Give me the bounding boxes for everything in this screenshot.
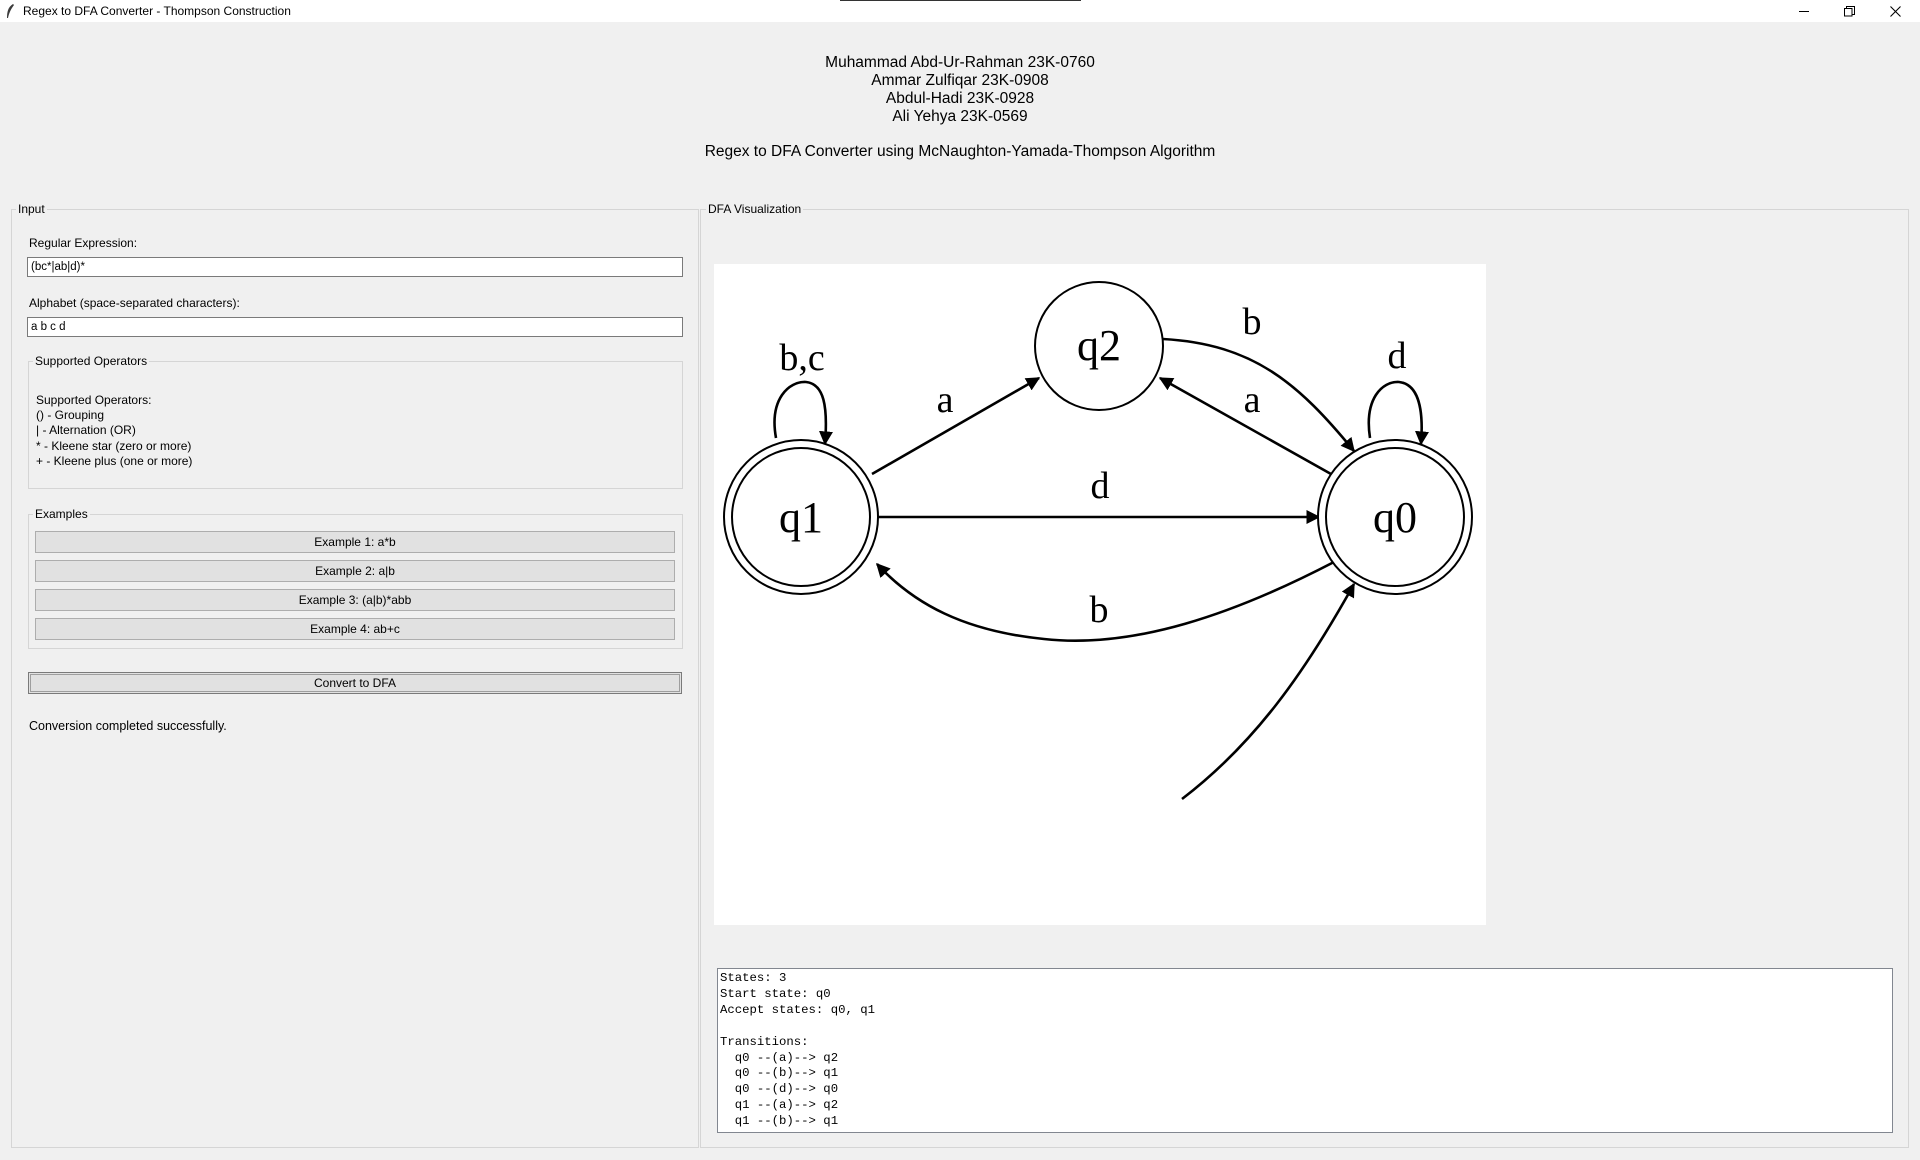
edge-q1-self	[773, 380, 833, 446]
output-line: q0 --(b)--> q1	[720, 1066, 839, 1081]
operator-item: * - Kleene star (zero or more)	[36, 438, 192, 453]
example-1-button[interactable]: Example 1: a*b	[35, 531, 675, 553]
output-line: Transitions:	[720, 1034, 809, 1049]
edge-q0-self	[1367, 380, 1429, 446]
edge-label-q1-q0: d	[1091, 465, 1110, 507]
state-q2-label: q2	[1077, 321, 1121, 370]
edge-label-q1-self: b,c	[779, 337, 824, 379]
author-line: Ammar Zulfiqar 23K-0908	[871, 72, 1049, 89]
edge-label-q0-q1: b	[1090, 589, 1109, 631]
examples-group-title: Examples	[33, 507, 90, 521]
author-line: Abdul-Hadi 23K-0928	[885, 90, 1035, 107]
titlebar-divider	[840, 0, 1081, 1]
operators-group-title: Supported Operators	[33, 354, 150, 368]
app-subtitle: Regex to DFA Converter using McNaughton-…	[704, 143, 1216, 160]
minimize-icon	[1798, 10, 1809, 12]
output-line: Start state: q0	[720, 986, 831, 1001]
window-title: Regex to DFA Converter - Thompson Constr…	[23, 4, 291, 18]
authors-block: Muhammad Abd-Ur-Rahman 23K-0760 Ammar Zu…	[0, 54, 1920, 126]
regex-input[interactable]	[27, 257, 683, 277]
author-line: Ali Yehya 23K-0569	[892, 108, 1028, 125]
edge-label-q1-q2: a	[937, 379, 954, 421]
output-line: Accept states: q0, q1	[720, 1002, 875, 1017]
output-line: States: 3	[720, 971, 787, 985]
regex-label: Regular Expression:	[29, 236, 138, 250]
restore-button[interactable]	[1826, 0, 1872, 22]
operator-item: + - Kleene plus (one or more)	[36, 453, 193, 468]
close-button[interactable]	[1872, 0, 1918, 22]
edge-label-q2-q0: b	[1243, 301, 1262, 343]
input-panel-title: Input	[16, 202, 47, 216]
window-titlebar: Regex to DFA Converter - Thompson Constr…	[0, 0, 1920, 22]
edge-q1-q2	[871, 376, 1041, 476]
visualization-panel-title: DFA Visualization	[706, 202, 804, 216]
output-line: q0 --(d)--> q0	[720, 1082, 839, 1097]
example-4-button[interactable]: Example 4: ab+c	[35, 618, 675, 640]
feather-app-icon	[7, 4, 14, 18]
state-q0-label: q0	[1373, 493, 1417, 542]
output-line: q1 --(a)--> q2	[720, 1098, 839, 1113]
output-line: q0 --(a)--> q2	[720, 1050, 839, 1065]
dfa-details-textbox[interactable]: States: 3 Start state: q0 Accept states:…	[717, 968, 1893, 1133]
edge-label-q0-self: d	[1388, 335, 1407, 377]
author-line: Muhammad Abd-Ur-Rahman 23K-0760	[825, 54, 1095, 71]
operator-item: | - Alternation (OR)	[36, 423, 136, 438]
operators-list: Supported Operators: () - Grouping | - A…	[36, 393, 192, 469]
operator-item: () - Grouping	[36, 408, 105, 423]
state-q1-label: q1	[779, 493, 823, 542]
output-line: q1 --(b)--> q1	[720, 1114, 839, 1129]
alphabet-input[interactable]	[27, 317, 683, 337]
restore-icon	[1843, 5, 1855, 16]
close-icon	[1889, 5, 1901, 17]
dfa-graph-image: q2 q1 q0 b,c a d b a d b	[714, 264, 1486, 925]
example-2-button[interactable]: Example 2: a|b	[35, 560, 675, 582]
example-3-button[interactable]: Example 3: (a|b)*abb	[35, 589, 675, 611]
operators-heading: Supported Operators:	[36, 393, 152, 407]
minimize-button[interactable]	[1781, 0, 1827, 22]
alphabet-label: Alphabet (space-separated characters):	[29, 296, 240, 310]
edge-label-q0-q2: a	[1244, 379, 1261, 421]
status-message: Conversion completed successfully.	[29, 719, 227, 733]
dfa-graph: q2 q1 q0 b,c a d b a d b	[723, 281, 1473, 801]
convert-to-dfa-button[interactable]: Convert to DFA	[28, 672, 682, 694]
